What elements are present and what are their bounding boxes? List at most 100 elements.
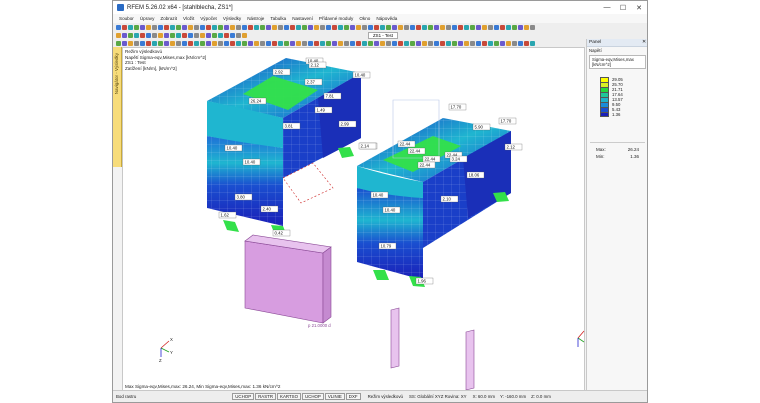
toolbar-button-icon[interactable] bbox=[128, 32, 133, 38]
toolbar-button-icon[interactable] bbox=[386, 24, 391, 30]
toolbar-button-icon[interactable] bbox=[182, 40, 187, 46]
toolbar-button-icon[interactable] bbox=[320, 24, 325, 30]
graphics-viewport[interactable]: Režim výsledkovú Napětí Sigma-eqv,Mises,… bbox=[122, 47, 585, 392]
toolbar-button-icon[interactable] bbox=[236, 32, 241, 38]
toolbar-button-icon[interactable] bbox=[488, 40, 493, 46]
toolbar-button-icon[interactable] bbox=[134, 24, 139, 30]
toolbar-button-icon[interactable] bbox=[164, 40, 169, 46]
toolbar-button-icon[interactable] bbox=[290, 24, 295, 30]
maximize-button[interactable]: ☐ bbox=[615, 4, 631, 12]
panel-close-button[interactable]: ✕ bbox=[642, 40, 646, 45]
toolbar-button-icon[interactable] bbox=[338, 40, 343, 46]
toolbar-button-icon[interactable] bbox=[188, 24, 193, 30]
toolbar-button-icon[interactable] bbox=[116, 40, 121, 46]
menu-help[interactable]: Nápověda bbox=[376, 16, 397, 21]
close-button[interactable]: ✕ bbox=[631, 4, 647, 12]
panel-quantity-select[interactable]: Sigma-eqv,Mises,max [kN/cm^2] bbox=[589, 55, 646, 69]
toolbar-button-icon[interactable] bbox=[290, 40, 295, 46]
toolbar-button-icon[interactable] bbox=[392, 40, 397, 46]
toolbar-button-icon[interactable] bbox=[230, 24, 235, 30]
toolbar-button-icon[interactable] bbox=[176, 24, 181, 30]
toolbar-button-icon[interactable] bbox=[500, 40, 505, 46]
toolbar-button-icon[interactable] bbox=[200, 32, 205, 38]
toolbar-button-icon[interactable] bbox=[218, 24, 223, 30]
toolbar-button-icon[interactable] bbox=[122, 40, 127, 46]
toolbar-button-icon[interactable] bbox=[434, 24, 439, 30]
toolbar-button-icon[interactable] bbox=[158, 24, 163, 30]
menu-window[interactable]: Okno bbox=[359, 16, 370, 21]
toolbar-button-icon[interactable] bbox=[140, 24, 145, 30]
toolbar-button-icon[interactable] bbox=[158, 40, 163, 46]
toolbar-button-icon[interactable] bbox=[404, 40, 409, 46]
toolbar-button-icon[interactable] bbox=[176, 32, 181, 38]
toolbar-button-icon[interactable] bbox=[494, 40, 499, 46]
toolbar-button-icon[interactable] bbox=[440, 40, 445, 46]
toolbar-button-icon[interactable] bbox=[266, 24, 271, 30]
toolbar-button-icon[interactable] bbox=[422, 24, 427, 30]
toolbar-button-icon[interactable] bbox=[128, 40, 133, 46]
toolbar-button-icon[interactable] bbox=[212, 32, 217, 38]
toolbar-button-icon[interactable] bbox=[146, 40, 151, 46]
toolbar-button-icon[interactable] bbox=[296, 40, 301, 46]
menu-results[interactable]: Výsledky bbox=[223, 16, 241, 21]
toolbar-button-icon[interactable] bbox=[476, 24, 481, 30]
toolbar-button-icon[interactable] bbox=[458, 24, 463, 30]
toolbar-button-icon[interactable] bbox=[230, 32, 235, 38]
toolbar-button-icon[interactable] bbox=[434, 40, 439, 46]
toolbar-button-icon[interactable] bbox=[356, 40, 361, 46]
toolbar-button-icon[interactable] bbox=[362, 40, 367, 46]
toolbar-button-icon[interactable] bbox=[350, 24, 355, 30]
toolbar-button-icon[interactable] bbox=[308, 24, 313, 30]
toolbar-button-icon[interactable] bbox=[506, 24, 511, 30]
toolbar-button-icon[interactable] bbox=[146, 24, 151, 30]
toolbar-button-icon[interactable] bbox=[176, 40, 181, 46]
toolbar-button-icon[interactable] bbox=[470, 24, 475, 30]
toolbar-button-icon[interactable] bbox=[446, 24, 451, 30]
toolbar-button-icon[interactable] bbox=[494, 24, 499, 30]
toolbar-button-icon[interactable] bbox=[146, 32, 151, 38]
toolbar-button-icon[interactable] bbox=[380, 24, 385, 30]
toolbar-button-icon[interactable] bbox=[236, 24, 241, 30]
toolbar-button-icon[interactable] bbox=[416, 40, 421, 46]
toolbar-button-icon[interactable] bbox=[200, 24, 205, 30]
toolbar-button-icon[interactable] bbox=[428, 24, 433, 30]
toolbar-button-icon[interactable] bbox=[398, 24, 403, 30]
toolbar-button-icon[interactable] bbox=[248, 40, 253, 46]
toolbar-button-icon[interactable] bbox=[152, 24, 157, 30]
toolbar-button-icon[interactable] bbox=[452, 24, 457, 30]
toolbar-button-icon[interactable] bbox=[314, 24, 319, 30]
load-case-select[interactable]: ZS1 - Test bbox=[368, 31, 398, 39]
toolbar-button-icon[interactable] bbox=[518, 24, 523, 30]
toolbar-button-icon[interactable] bbox=[260, 40, 265, 46]
toolbar-button-icon[interactable] bbox=[524, 40, 529, 46]
toolbar-button-icon[interactable] bbox=[404, 24, 409, 30]
toolbar-button-icon[interactable] bbox=[272, 24, 277, 30]
toolbar-button-icon[interactable] bbox=[134, 40, 139, 46]
toolbar-button-icon[interactable] bbox=[374, 40, 379, 46]
toolbar-button-icon[interactable] bbox=[464, 40, 469, 46]
toolbar-button-icon[interactable] bbox=[326, 24, 331, 30]
toolbar-button-icon[interactable] bbox=[260, 24, 265, 30]
toolbar-button-icon[interactable] bbox=[254, 24, 259, 30]
toolbar-button-icon[interactable] bbox=[464, 24, 469, 30]
toolbar-button-icon[interactable] bbox=[182, 32, 187, 38]
toolbar-button-icon[interactable] bbox=[368, 40, 373, 46]
toolbar-button-icon[interactable] bbox=[188, 32, 193, 38]
minimize-button[interactable]: — bbox=[599, 4, 615, 11]
toolbar-button-icon[interactable] bbox=[206, 32, 211, 38]
toolbar-button-icon[interactable] bbox=[194, 40, 199, 46]
toolbar-button-icon[interactable] bbox=[374, 24, 379, 30]
snap-button[interactable]: UCHOP bbox=[232, 393, 255, 400]
toolbar-button-icon[interactable] bbox=[164, 24, 169, 30]
toolbar-button-icon[interactable] bbox=[344, 24, 349, 30]
toolbar-button-icon[interactable] bbox=[212, 24, 217, 30]
toolbar-button-icon[interactable] bbox=[386, 40, 391, 46]
toolbar-button-icon[interactable] bbox=[476, 40, 481, 46]
toolbar-button-icon[interactable] bbox=[266, 40, 271, 46]
toolbar-button-icon[interactable] bbox=[344, 40, 349, 46]
toolbar-button-icon[interactable] bbox=[134, 32, 139, 38]
toolbar-button-icon[interactable] bbox=[356, 24, 361, 30]
toolbar-button-icon[interactable] bbox=[470, 40, 475, 46]
toolbar-button-icon[interactable] bbox=[284, 40, 289, 46]
toolbar-button-icon[interactable] bbox=[482, 24, 487, 30]
